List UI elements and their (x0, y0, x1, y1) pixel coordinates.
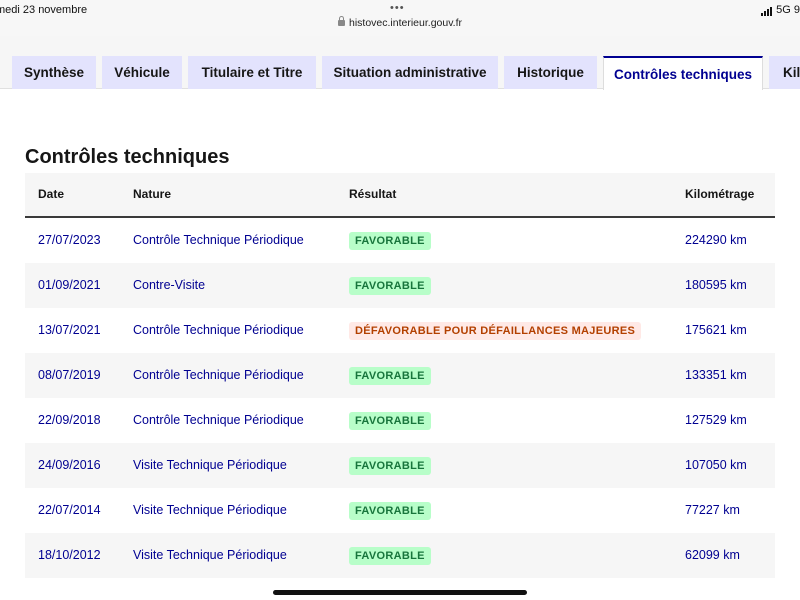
tab-titulaire[interactable]: Titulaire et Titre (188, 56, 316, 89)
table-header: Date Nature Résultat Kilométrage (25, 173, 775, 218)
row-km: 175621 km (685, 323, 747, 337)
tab-kilometrage[interactable]: Kilo (769, 56, 800, 89)
header-result: Résultat (349, 187, 397, 201)
row-nature: Contrôle Technique Périodique (133, 233, 304, 247)
table-row: 24/09/2016 Visite Technique Périodique FAV… (25, 443, 775, 488)
row-km: 224290 km (685, 233, 747, 247)
table-row: 08/07/2019 Contrôle Technique Périodique F… (25, 353, 775, 398)
row-date: 24/09/2016 (38, 458, 101, 472)
row-nature: Visite Technique Périodique (133, 458, 287, 472)
table-row: 27/07/2023 Contrôle Technique Périodique F… (25, 218, 775, 263)
table-row: 22/07/2014 Visite Technique Périodique FAV… (25, 488, 775, 533)
status-bar: medi 23 novembre ••• histovec.interieur.… (0, 0, 800, 36)
page-title: Contrôles techniques (25, 146, 230, 168)
row-nature: Contrôle Technique Périodique (133, 368, 304, 382)
status-badge: FAVORABLE (349, 232, 431, 250)
header-nature: Nature (133, 187, 172, 201)
tab-situation-administrative[interactable]: Situation administrative (322, 56, 498, 89)
table-body: 27/07/2023 Contrôle Technique Périodique F… (25, 218, 775, 578)
row-km: 127529 km (685, 413, 747, 427)
tab-controles-techniques[interactable]: Contrôles techniques (603, 56, 763, 90)
status-badge: FAVORABLE (349, 277, 431, 295)
status-indicators: 5G 9 (761, 4, 800, 16)
row-date: 27/07/2023 (38, 233, 101, 247)
table-row: 18/10/2012 Visite Technique Périodique FAV… (25, 533, 775, 578)
address-bar[interactable]: histovec.interieur.gouv.fr (0, 16, 800, 29)
row-km: 180595 km (685, 278, 747, 292)
status-badge: FAVORABLE (349, 547, 431, 565)
status-badge: FAVORABLE (349, 502, 431, 520)
more-dots-icon[interactable]: ••• (390, 2, 405, 14)
table-row: 01/09/2021 Contre-Visite FAVORABLE 180595 k… (25, 263, 775, 308)
table-row: 22/09/2018 Contrôle Technique Périodique F… (25, 398, 775, 443)
home-indicator[interactable] (273, 590, 527, 595)
controls-table: Date Nature Résultat Kilométrage 27/07/2… (25, 173, 775, 578)
row-nature: Visite Technique Périodique (133, 548, 287, 562)
row-date: 01/09/2021 (38, 278, 101, 292)
row-nature: Visite Technique Périodique (133, 503, 287, 517)
lock-icon (337, 16, 345, 26)
tab-historique[interactable]: Historique (504, 56, 597, 89)
tab-vehicule[interactable]: Véhicule (102, 56, 182, 89)
header-km: Kilométrage (685, 187, 755, 201)
table-row: 13/07/2021 Contrôle Technique Périodique D… (25, 308, 775, 353)
network-label: 5G (776, 4, 791, 16)
tabs-bar: Synthèse Véhicule Titulaire et Titre Sit… (0, 36, 800, 90)
row-date: 22/09/2018 (38, 413, 101, 427)
row-nature: Contrôle Technique Périodique (133, 323, 304, 337)
battery-icon: 9 (793, 4, 800, 16)
status-badge: DÉFAVORABLE POUR DÉFAILLANCES MAJEURES (349, 322, 642, 340)
status-badge: FAVORABLE (349, 457, 431, 475)
row-nature: Contrôle Technique Périodique (133, 413, 304, 427)
signal-icon (761, 7, 773, 16)
row-date: 13/07/2021 (38, 323, 101, 337)
row-date: 22/07/2014 (38, 503, 101, 517)
tab-synthese[interactable]: Synthèse (12, 56, 96, 89)
row-date: 08/07/2019 (38, 368, 101, 382)
url-text: histovec.interieur.gouv.fr (348, 17, 463, 29)
row-km: 107050 km (685, 458, 747, 472)
status-badge: FAVORABLE (349, 412, 431, 430)
row-km: 77227 km (685, 503, 740, 517)
row-km: 62099 km (685, 548, 740, 562)
status-badge: FAVORABLE (349, 367, 431, 385)
status-date: medi 23 novembre (0, 4, 88, 16)
row-date: 18/10/2012 (38, 548, 101, 562)
header-date: Date (38, 187, 65, 201)
row-nature: Contre-Visite (133, 278, 206, 292)
row-km: 133351 km (685, 368, 747, 382)
